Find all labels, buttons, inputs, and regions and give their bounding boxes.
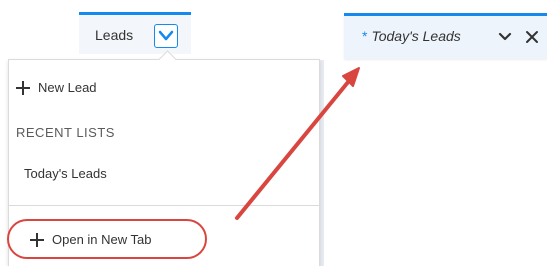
unsaved-marker: *: [362, 28, 368, 44]
tab-todays-leads[interactable]: * Today's Leads: [344, 13, 547, 59]
tab-label: * Today's Leads: [362, 28, 461, 44]
tab-title: Today's Leads: [371, 28, 461, 44]
close-icon[interactable]: [525, 30, 539, 44]
chevron-down-icon[interactable]: [498, 31, 512, 43]
